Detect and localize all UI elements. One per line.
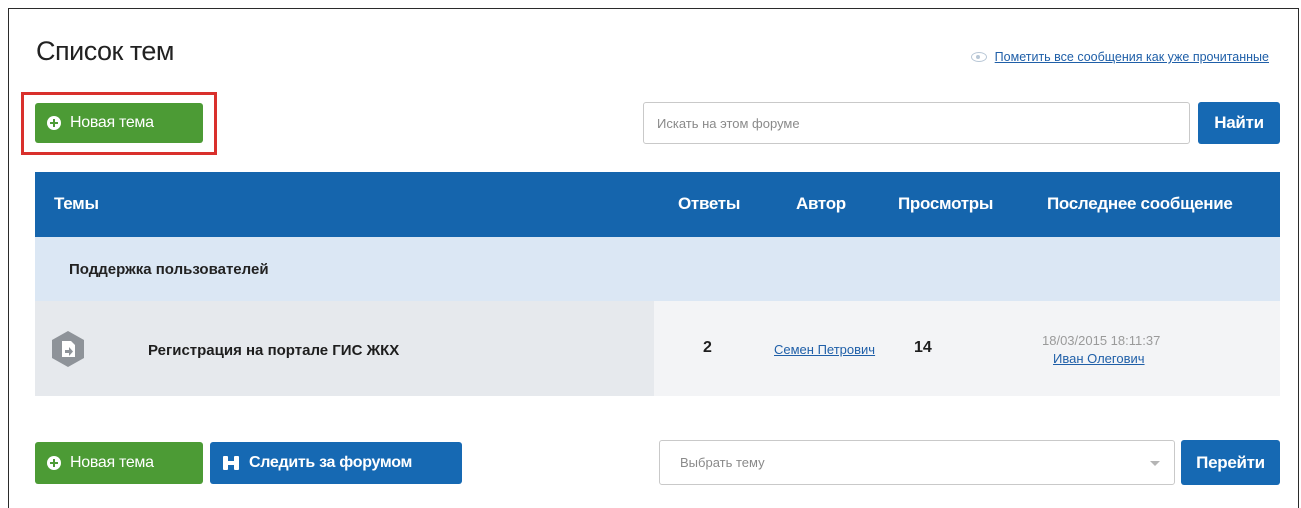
go-button-label: Перейти [1196,452,1265,472]
topic-stats-cell [654,301,1280,396]
search-button-label: Найти [1214,113,1264,132]
new-topic-label-bottom: Новая тема [70,454,154,471]
topic-select[interactable]: Выбрать тему [659,440,1175,485]
section-row: Поддержка пользователей [35,237,1280,301]
binoculars-icon [223,456,239,470]
topic-document-icon [52,331,84,367]
header-last-message: Последнее сообщение [1047,194,1233,213]
header-views: Просмотры [898,194,994,213]
last-message-date: 18/03/2015 18:11:37 [1042,333,1161,348]
header-replies: Ответы [678,194,741,213]
last-author-link[interactable]: Иван Олегович [1053,351,1145,366]
views-count: 14 [914,339,932,356]
topic-title[interactable]: Регистрация на портале ГИС ЖКХ [148,342,399,359]
replies-count: 2 [703,339,712,356]
header-topics: Темы [54,194,99,213]
author-link[interactable]: Семен Петрович [774,342,875,357]
page-title: Список тем [36,36,174,66]
go-button[interactable]: Перейти [1181,440,1280,485]
watch-forum-label: Следить за форумом [249,454,413,471]
table-header: Темы Ответы Автор Просмотры Последнее со… [35,172,1280,237]
new-topic-label: Новая тема [70,114,154,131]
plus-circle-icon [47,116,61,130]
new-topic-button[interactable]: Новая тема [35,103,203,143]
search-button[interactable]: Найти [1198,102,1280,144]
search-input[interactable] [643,102,1190,144]
new-topic-button-bottom[interactable]: Новая тема [35,442,203,484]
header-author: Автор [796,194,846,213]
topic-select-value: Выбрать тему [680,455,765,470]
section-label: Поддержка пользователей [69,261,269,278]
mark-all-read-link[interactable]: Пометить все сообщения как уже прочитанн… [970,50,1269,64]
mark-all-read-label: Пометить все сообщения как уже прочитанн… [994,50,1269,64]
watch-forum-button[interactable]: Следить за форумом [210,442,462,484]
chevron-down-icon [1150,461,1160,466]
eye-icon [970,52,987,62]
plus-circle-icon [47,456,61,470]
table-row[interactable]: Регистрация на портале ГИС ЖКХ 2 Семен П… [35,301,1280,396]
